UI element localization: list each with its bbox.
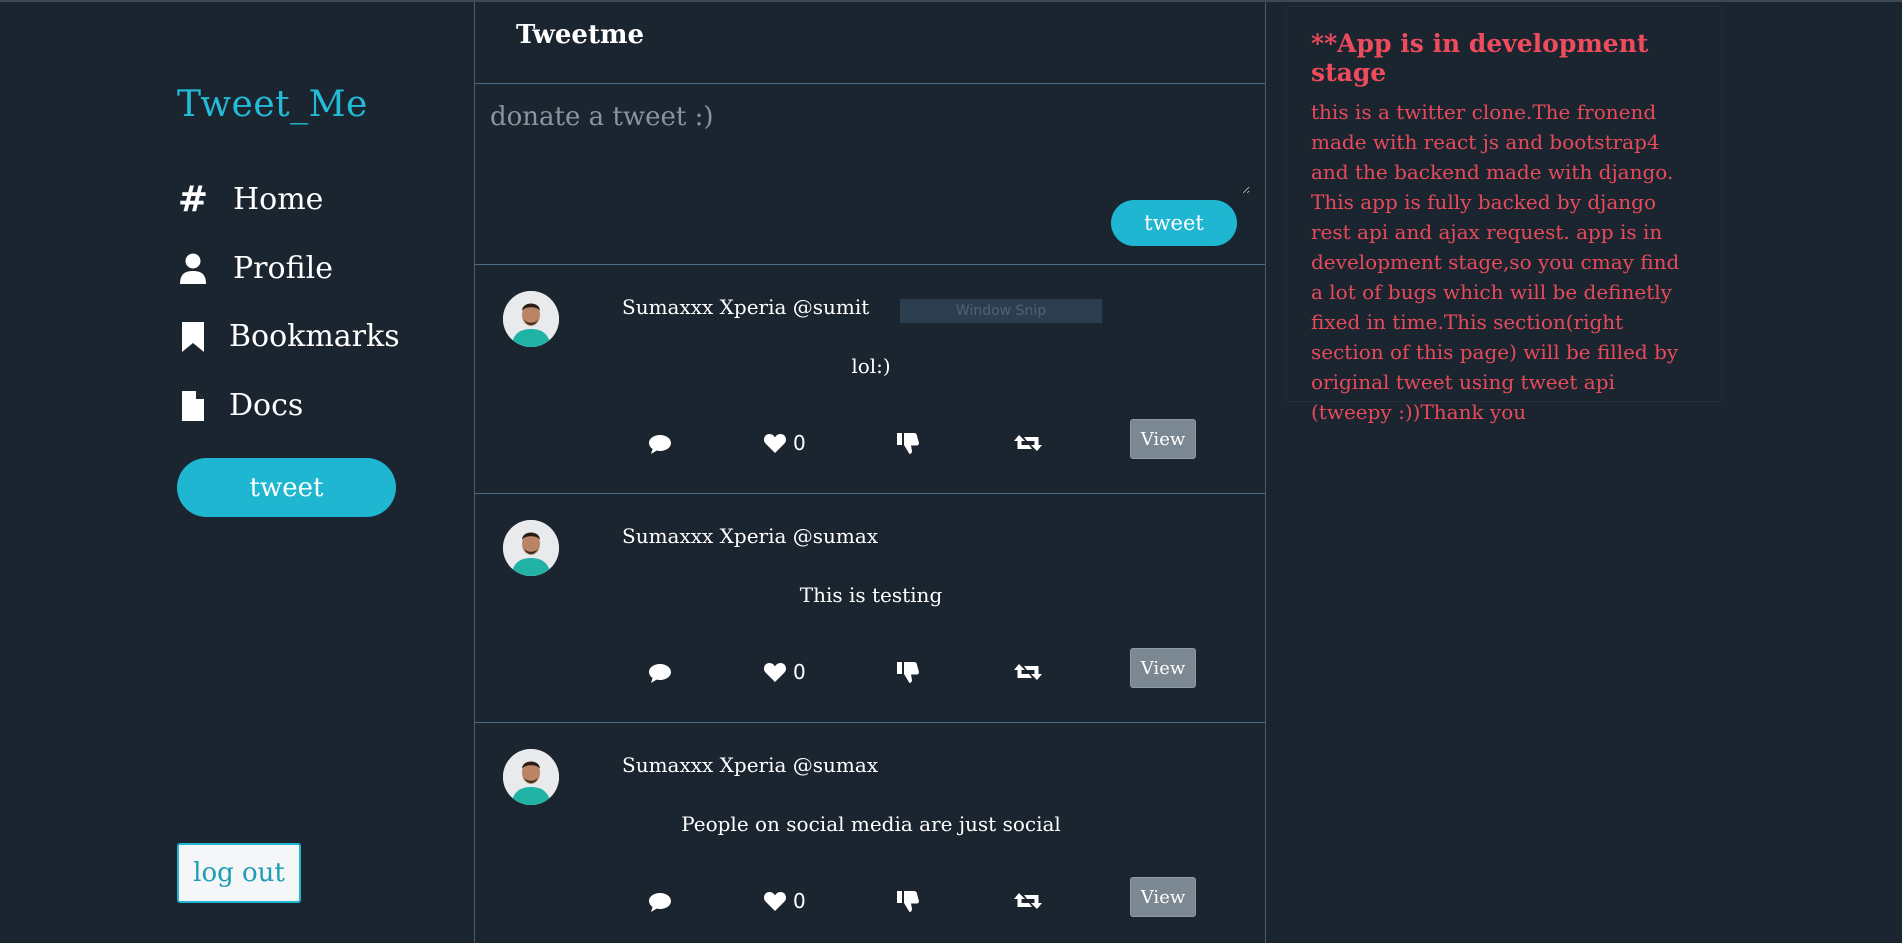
window-snip-overlay: Window Snip	[900, 299, 1102, 323]
tweet-input[interactable]	[490, 94, 1250, 194]
view-button[interactable]: View	[1130, 877, 1196, 917]
view-button[interactable]: View	[1130, 419, 1196, 459]
nav-item-label: Profile	[233, 251, 333, 286]
like-count: 0	[793, 660, 806, 684]
tweet-author[interactable]: Sumaxxx Xperia @sumax	[622, 753, 878, 777]
user-icon	[177, 252, 209, 286]
tweet-text: lol:)	[851, 354, 891, 378]
sidebar: Tweet_Me # Home Profile Bookmarks Docs t…	[0, 2, 475, 943]
composer-tweet-button[interactable]: tweet	[1111, 200, 1237, 246]
tweet-composer: tweet	[475, 84, 1265, 265]
retweet-icon	[1014, 661, 1042, 683]
sidebar-tweet-button[interactable]: tweet	[177, 458, 396, 517]
nav-item-docs[interactable]: Docs	[177, 388, 303, 423]
comment-icon	[648, 662, 672, 684]
nav-item-label: Bookmarks	[229, 319, 400, 354]
like-count: 0	[793, 889, 806, 913]
like-button[interactable]: 0	[763, 660, 806, 684]
like-count: 0	[793, 431, 806, 455]
brand-logo[interactable]: Tweet_Me	[177, 84, 368, 125]
hash-icon: #	[177, 179, 209, 220]
file-icon	[177, 389, 209, 423]
dislike-button[interactable]	[896, 660, 920, 684]
retweet-button[interactable]	[1014, 661, 1042, 683]
avatar[interactable]	[503, 520, 559, 576]
dev-notice-panel: **App is in development stage this is a …	[1286, 6, 1722, 424]
like-button[interactable]: 0	[763, 431, 806, 455]
bookmark-icon	[177, 320, 209, 354]
logout-button[interactable]: log out	[177, 843, 301, 903]
like-button[interactable]: 0	[763, 889, 806, 913]
tweet-text: People on social media are just social	[681, 812, 1061, 836]
comment-button[interactable]	[648, 433, 672, 455]
nav-item-bookmarks[interactable]: Bookmarks	[177, 319, 400, 354]
page-title: Tweetme	[516, 19, 645, 50]
tweet-author[interactable]: Sumaxxx Xperia @sumit	[622, 295, 869, 319]
feed: Tweetme tweet Sumaxxx Xperia @sumit Wind…	[474, 2, 1266, 943]
thumbs-down-icon	[896, 889, 920, 913]
tweet-card: Sumaxxx Xperia @sumax This is testing 0	[475, 494, 1265, 723]
tweet-text: This is testing	[799, 583, 943, 607]
comment-icon	[648, 433, 672, 455]
nav-item-profile[interactable]: Profile	[177, 251, 333, 286]
heart-icon	[763, 890, 787, 912]
dev-notice-title: **App is in development stage	[1311, 29, 1649, 87]
avatar[interactable]	[503, 749, 559, 805]
view-button[interactable]: View	[1130, 648, 1196, 688]
nav-item-home[interactable]: # Home	[177, 179, 324, 220]
thumbs-down-icon	[896, 660, 920, 684]
retweet-icon	[1014, 890, 1042, 912]
comment-button[interactable]	[648, 891, 672, 913]
comment-button[interactable]	[648, 662, 672, 684]
thumbs-down-icon	[896, 431, 920, 455]
retweet-button[interactable]	[1014, 890, 1042, 912]
avatar[interactable]	[503, 291, 559, 347]
retweet-button[interactable]	[1014, 432, 1042, 454]
dislike-button[interactable]	[896, 431, 920, 455]
tweet-card: Sumaxxx Xperia @sumax People on social m…	[475, 723, 1265, 943]
page: Tweet_Me # Home Profile Bookmarks Docs t…	[0, 0, 1902, 943]
dev-notice-body: this is a twitter clone.The fronend made…	[1311, 100, 1680, 424]
feed-header: Tweetme	[475, 2, 1265, 84]
heart-icon	[763, 661, 787, 683]
nav-item-label: Docs	[229, 388, 304, 423]
retweet-icon	[1014, 432, 1042, 454]
dislike-button[interactable]	[896, 889, 920, 913]
heart-icon	[763, 432, 787, 454]
tweet-author[interactable]: Sumaxxx Xperia @sumax	[622, 524, 878, 548]
comment-icon	[648, 891, 672, 913]
tweet-card: Sumaxxx Xperia @sumit Window Snip lol:) …	[475, 265, 1265, 494]
nav-item-label: Home	[233, 182, 324, 217]
